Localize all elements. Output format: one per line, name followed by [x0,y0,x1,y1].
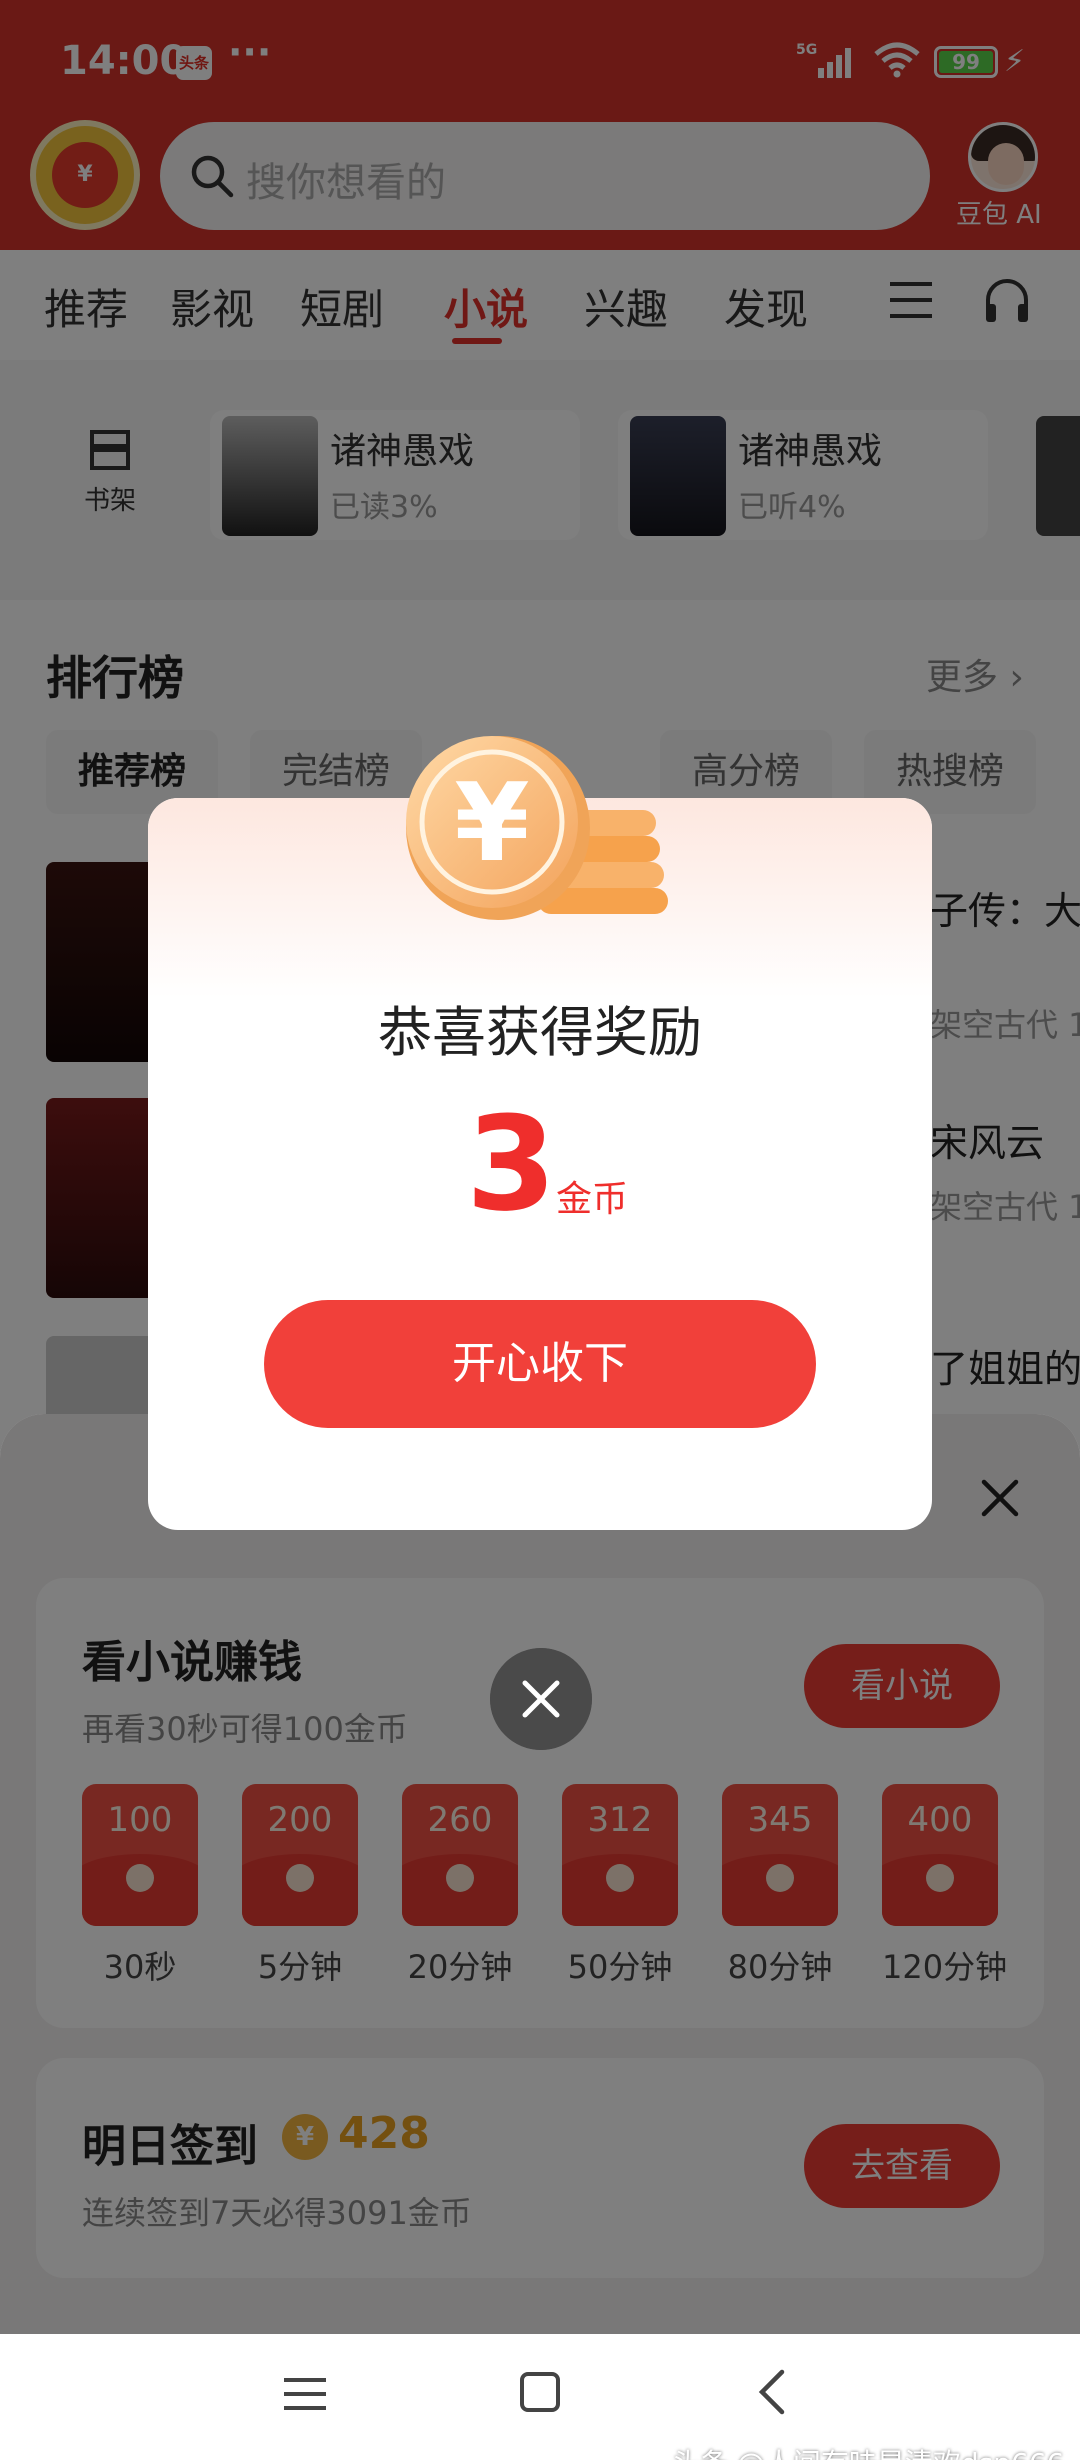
dialog-title: 恭喜获得奖励 [378,1001,702,1064]
reward-unit: 金币 [556,1179,629,1220]
sheet-dim-layer [0,1414,1080,2334]
watermark: 头条 @人间有味是清欢dsp666 [672,2442,1064,2460]
svg-text:¥: ¥ [454,761,529,886]
close-icon[interactable] [490,1648,592,1750]
accept-reward-button[interactable]: 开心收下 [264,1300,816,1428]
gold-coins-icon: ¥ [406,736,668,920]
back-icon[interactable] [756,2368,786,2416]
recent-apps-icon[interactable] [284,2374,326,2414]
home-icon[interactable] [520,2372,560,2412]
reward-amount: 3 [466,1088,557,1240]
reward-dialog: ¥ 恭喜获得奖励 3 金币 开心收下 [148,736,932,1530]
